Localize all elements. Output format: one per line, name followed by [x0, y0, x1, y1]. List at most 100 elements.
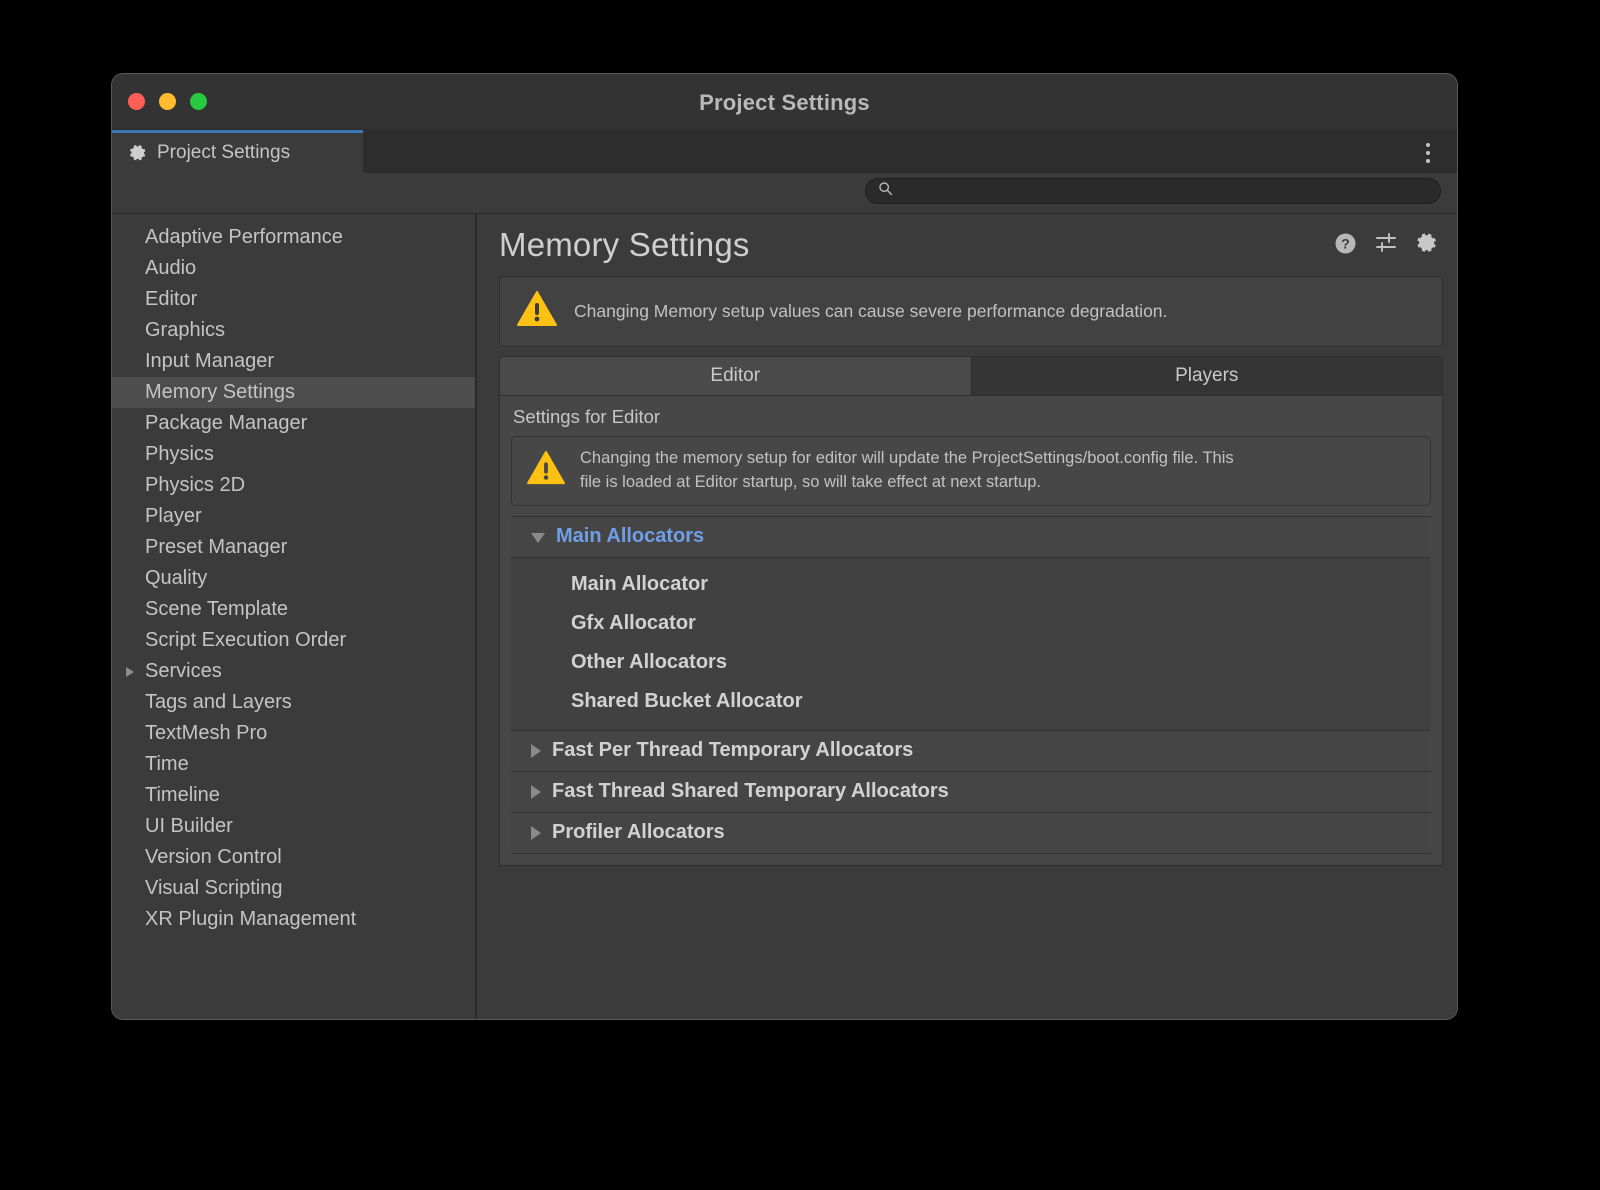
allocator-foldout-list: Main Allocators Main Allocator Gfx Alloc… — [511, 515, 1431, 854]
sidebar-item-timeline[interactable]: Timeline — [112, 780, 475, 811]
sidebar-item-memory-settings[interactable]: Memory Settings — [112, 377, 475, 408]
dock-tabstrip: Project Settings — [112, 130, 1457, 173]
boot-config-warning-line2: file is loaded at Editor startup, so wil… — [580, 472, 1042, 491]
tab-project-settings[interactable]: Project Settings — [112, 130, 363, 173]
foldout-shared-bucket-allocator[interactable]: Shared Bucket Allocator — [511, 682, 1431, 721]
sidebar-item-editor[interactable]: Editor — [112, 284, 475, 315]
boot-config-warning-text: Changing the memory setup for editor wil… — [580, 447, 1234, 495]
sidebar-item-label: Editor — [145, 288, 198, 310]
main-allocators-children: Main Allocator Gfx Allocator Other Alloc… — [511, 557, 1431, 731]
page-title: Memory Settings — [499, 226, 750, 263]
warning-triangle-icon — [516, 290, 558, 333]
chevron-right-icon[interactable] — [531, 743, 541, 758]
kebab-dot — [1426, 159, 1430, 163]
sidebar-item-label: Player — [145, 505, 202, 527]
boot-config-warning-helpbox: Changing the memory setup for editor wil… — [511, 436, 1431, 506]
preset-sliders-icon[interactable] — [1374, 232, 1398, 254]
panel-caption: Settings for Editor — [513, 406, 661, 427]
sidebar-item-preset-manager[interactable]: Preset Manager — [112, 532, 475, 563]
svg-text:?: ? — [1341, 235, 1350, 251]
page-header-actions: ? — [1334, 231, 1439, 255]
sidebar-item-label: TextMesh Pro — [145, 722, 268, 744]
tab-editor-label: Editor — [710, 365, 761, 386]
chevron-down-icon[interactable] — [531, 533, 545, 544]
gear-icon[interactable] — [1415, 231, 1439, 255]
sidebar-item-label: Audio — [145, 257, 197, 279]
sidebar-item-input-manager[interactable]: Input Manager — [112, 346, 475, 377]
foldout-other-allocators[interactable]: Other Allocators — [511, 643, 1431, 682]
sidebar-item-label: Memory Settings — [145, 381, 296, 403]
tab-players[interactable]: Players — [970, 357, 1442, 395]
kebab-menu-icon[interactable] — [1419, 142, 1437, 164]
foldout-fast-thread-shared-temporary-allocators-label: Fast Thread Shared Temporary Allocators — [552, 780, 949, 803]
sidebar-item-label: UI Builder — [145, 815, 233, 837]
sidebar-item-label: Input Manager — [145, 350, 274, 372]
sidebar-item-textmesh-pro[interactable]: TextMesh Pro — [112, 718, 475, 749]
boot-config-warning-line1: Changing the memory setup for editor wil… — [580, 449, 1234, 467]
sidebar-item-physics[interactable]: Physics — [112, 439, 475, 470]
sidebar-item-audio[interactable]: Audio — [112, 253, 475, 284]
memory-warning-text: Changing Memory setup values can cause s… — [574, 300, 1168, 321]
window-title: Project Settings — [699, 90, 870, 115]
chevron-right-icon[interactable] — [531, 784, 541, 799]
sidebar-item-ui-builder[interactable]: UI Builder — [112, 811, 475, 842]
sidebar-item-label: Physics — [145, 443, 214, 465]
sidebar-item-label: Script Execution Order — [145, 629, 347, 651]
sidebar-item-label: Time — [145, 753, 189, 775]
search-icon — [878, 181, 893, 201]
sidebar-item-script-execution-order[interactable]: Script Execution Order — [112, 625, 475, 656]
foldout-other-allocators-label: Other Allocators — [571, 650, 727, 673]
settings-category-list: Adaptive Performance Audio Editor Graphi… — [112, 214, 477, 1019]
window-body: Adaptive Performance Audio Editor Graphi… — [112, 214, 1457, 1019]
tab-editor[interactable]: Editor — [500, 357, 971, 395]
kebab-dot — [1426, 143, 1430, 147]
tab-players-label: Players — [1175, 365, 1239, 386]
sidebar-item-quality[interactable]: Quality — [112, 563, 475, 594]
foldout-fast-per-thread-temporary-allocators[interactable]: Fast Per Thread Temporary Allocators — [511, 730, 1431, 772]
editor-settings-panel: Settings for Editor Changing the memory … — [499, 396, 1443, 866]
sidebar-item-label: Graphics — [145, 319, 226, 341]
sidebar-item-player[interactable]: Player — [112, 501, 475, 532]
sidebar-item-label: Scene Template — [145, 598, 289, 620]
search-field-wrapper[interactable] — [865, 178, 1441, 204]
search-input[interactable] — [900, 182, 1424, 200]
foldout-fast-thread-shared-temporary-allocators[interactable]: Fast Thread Shared Temporary Allocators — [511, 771, 1431, 813]
memory-warning-helpbox: Changing Memory setup values can cause s… — [499, 276, 1443, 347]
foldout-fast-per-thread-temporary-allocators-label: Fast Per Thread Temporary Allocators — [552, 739, 914, 762]
sidebar-item-physics-2d[interactable]: Physics 2D — [112, 470, 475, 501]
settings-detail-panel: Memory Settings ? Changing Memory setup … — [477, 214, 1457, 1019]
sidebar-item-version-control[interactable]: Version Control — [112, 842, 475, 873]
foldout-gfx-allocator-label: Gfx Allocator — [571, 611, 696, 634]
sidebar-item-label: Quality — [145, 567, 208, 589]
page-header: Memory Settings ? — [499, 214, 1443, 276]
sidebar-item-services[interactable]: Services — [112, 656, 475, 687]
sidebar-item-time[interactable]: Time — [112, 749, 475, 780]
sidebar-item-package-manager[interactable]: Package Manager — [112, 408, 475, 439]
project-settings-window: Project Settings Project Settings Adapti… — [112, 74, 1457, 1019]
warning-triangle-icon — [526, 450, 566, 491]
sidebar-item-scene-template[interactable]: Scene Template — [112, 594, 475, 625]
foldout-main-allocator[interactable]: Main Allocator — [511, 565, 1431, 604]
sidebar-item-graphics[interactable]: Graphics — [112, 315, 475, 346]
help-icon[interactable]: ? — [1334, 232, 1357, 255]
sidebar-item-adaptive-performance[interactable]: Adaptive Performance — [112, 222, 475, 253]
foldout-shared-bucket-allocator-label: Shared Bucket Allocator — [571, 689, 803, 712]
sidebar-item-label: Physics 2D — [145, 474, 246, 496]
chevron-right-icon[interactable] — [126, 666, 134, 677]
sidebar-item-visual-scripting[interactable]: Visual Scripting — [112, 873, 475, 904]
sidebar-item-label: Package Manager — [145, 412, 308, 434]
foldout-profiler-allocators-label: Profiler Allocators — [552, 821, 725, 844]
sidebar-item-xr-plugin-management[interactable]: XR Plugin Management — [112, 904, 475, 935]
foldout-gfx-allocator[interactable]: Gfx Allocator — [511, 604, 1431, 643]
foldout-main-allocator-label: Main Allocator — [571, 572, 709, 595]
kebab-dot — [1426, 151, 1430, 155]
dock-tab-label: Project Settings — [157, 142, 291, 163]
foldout-main-allocators[interactable]: Main Allocators — [511, 516, 1431, 558]
foldout-main-allocators-label: Main Allocators — [556, 525, 705, 548]
sidebar-item-tags-and-layers[interactable]: Tags and Layers — [112, 687, 475, 718]
platform-tabbar: Editor Players — [499, 356, 1443, 396]
chevron-right-icon[interactable] — [531, 825, 541, 840]
foldout-profiler-allocators[interactable]: Profiler Allocators — [511, 812, 1431, 854]
sidebar-item-label: Tags and Layers — [145, 691, 292, 713]
sidebar-item-label: Services — [145, 660, 222, 682]
